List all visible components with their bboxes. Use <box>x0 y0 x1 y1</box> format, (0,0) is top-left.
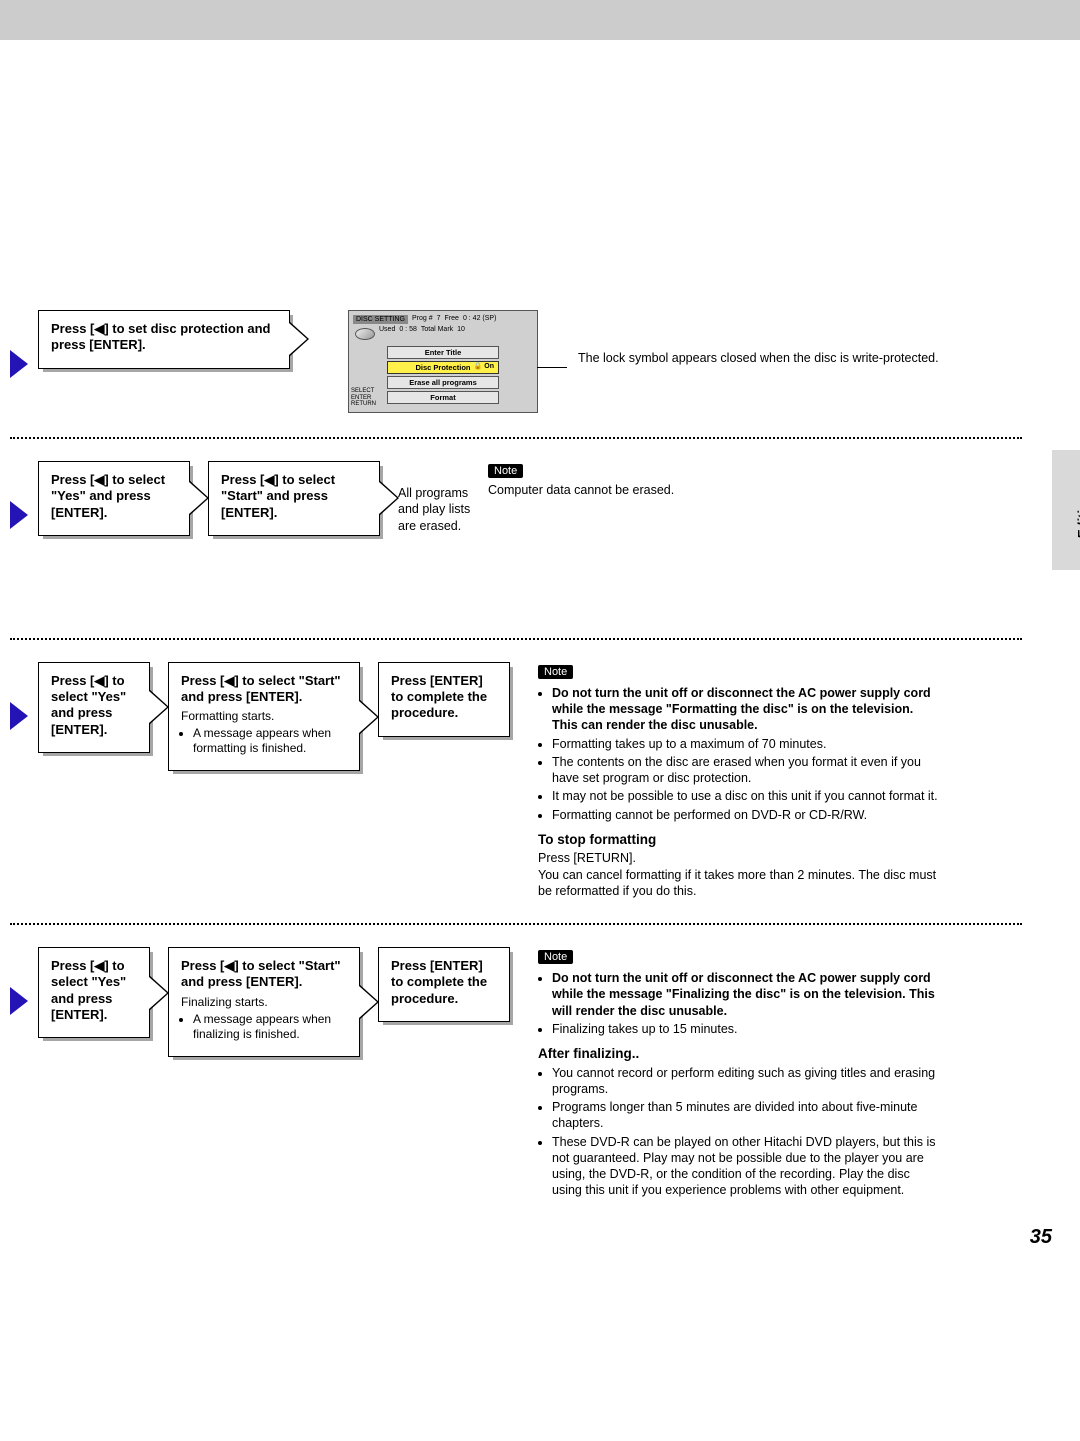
row-disc-protection: Press [◀] to set disc protection and pre… <box>0 310 1042 413</box>
osd-prog-label: Prog # <box>412 315 433 324</box>
osd-mark-val: 10 <box>457 326 465 344</box>
flow-arrow-icon <box>10 350 28 378</box>
callout-line <box>537 367 567 368</box>
osd-item-format: Format <box>387 391 499 404</box>
osd-item-enter-title: Enter Title <box>387 346 499 359</box>
divider <box>10 638 1022 640</box>
step-set-protection: Press [◀] to set disc protection and pre… <box>38 310 290 369</box>
stop-formatting-heading: To stop formatting <box>538 831 938 849</box>
stop-formatting-line2: You can cancel formatting if it takes mo… <box>538 867 938 900</box>
flow-arrow-icon <box>10 702 28 730</box>
osd-item-label: Disc Protection <box>415 363 470 372</box>
osd-used-label: Used <box>379 326 395 344</box>
note-item: Formatting cannot be performed on DVD-R … <box>552 807 938 823</box>
step-text: Press [◀] to set disc protection and pre… <box>51 321 270 352</box>
step-text: Press [◀] to select "Start" and press [E… <box>221 472 335 520</box>
erase-result-text: All programs and play lists are erased. <box>398 485 478 534</box>
osd-title: DISC SETTING <box>353 315 408 324</box>
note-badge: Note <box>538 950 573 964</box>
row-finalize: Press [◀] to select "Yes" and press [ENT… <box>0 947 1042 1205</box>
after-item: You cannot record or perform editing suc… <box>552 1065 938 1098</box>
stop-formatting-line1: Press [RETURN]. <box>538 850 938 866</box>
finalize-notes: Do not turn the unit off or disconnect t… <box>538 970 938 1199</box>
lock-icon: 🔒 On <box>474 362 494 370</box>
note-body: Computer data cannot be erased. <box>488 482 888 498</box>
osd-disc-setting: DISC SETTING Prog # 7 Free 0 : 42 (SP) U… <box>348 310 538 413</box>
after-item: These DVD-R can be played on other Hitac… <box>552 1134 938 1199</box>
disc-icon <box>355 328 375 340</box>
step-enter-complete: Press [ENTER] to complete the procedure. <box>378 662 510 737</box>
flow-arrow-icon <box>10 501 28 529</box>
step-text: Press [◀] to select "Start" and press [E… <box>181 958 341 989</box>
format-notes: Do not turn the unit off or disconnect t… <box>538 685 938 899</box>
osd-prog-val: 7 <box>437 315 441 324</box>
after-finalizing-heading: After finalizing.. <box>538 1045 938 1063</box>
note-item: It may not be possible to use a disc on … <box>552 788 938 804</box>
step-text: Press [ENTER] to complete the procedure. <box>391 673 487 721</box>
osd-nav-labels: SELECT ENTER RETURN <box>351 388 376 408</box>
step-text: Press [◀] to select "Yes" and press [ENT… <box>51 958 126 1022</box>
step-select-yes: Press [◀] to select "Yes" and press [ENT… <box>38 947 150 1038</box>
note-badge: Note <box>538 665 573 679</box>
osd-free-val: 0 : 42 (SP) <box>463 315 496 324</box>
note-item: Finalizing takes up to 15 minutes. <box>552 1021 938 1037</box>
step-select-yes: Press [◀] to select "Yes" and press [ENT… <box>38 662 150 753</box>
step-enter-complete: Press [ENTER] to complete the procedure. <box>378 947 510 1022</box>
step-select-start-format: Press [◀] to select "Start" and press [E… <box>168 662 360 772</box>
step-text: Press [◀] to select "Yes" and press [ENT… <box>51 673 126 737</box>
side-tab-label: Editing <box>1075 495 1080 539</box>
note-item: Formatting takes up to a maximum of 70 m… <box>552 736 938 752</box>
osd-item-disc-protection: Disc Protection 🔒 On <box>387 361 499 374</box>
osd-used-val: 0 : 58 <box>399 326 417 344</box>
step-select-start-finalize: Press [◀] to select "Start" and press [E… <box>168 947 360 1057</box>
row-erase-all: Press [◀] to select "Yes" and press [ENT… <box>0 461 1042 536</box>
step-select-yes: Press [◀] to select "Yes" and press [ENT… <box>38 461 190 536</box>
step-subtext: Finalizing starts. A message appears whe… <box>181 995 341 1042</box>
step-text: Press [◀] to select "Yes" and press [ENT… <box>51 472 165 520</box>
osd-item-erase-all: Erase all programs <box>387 376 499 389</box>
row-format: Press [◀] to select "Yes" and press [ENT… <box>0 662 1042 899</box>
page-number: 35 <box>1030 1226 1052 1249</box>
step-subtext: Formatting starts. A message appears whe… <box>181 709 341 756</box>
osd-mark-label: Total Mark <box>421 326 453 344</box>
divider <box>10 923 1022 925</box>
note-item: The contents on the disc are erased when… <box>552 754 938 787</box>
step-text: Press [ENTER] to complete the procedure. <box>391 958 487 1006</box>
step-text: Press [◀] to select "Start" and press [E… <box>181 673 341 704</box>
flow-arrow-icon <box>10 987 28 1015</box>
note-badge: Note <box>488 464 523 478</box>
divider <box>10 437 1022 439</box>
osd-free-label: Free <box>445 315 459 324</box>
lock-callout-text: The lock symbol appears closed when the … <box>578 350 939 366</box>
note-item: Do not turn the unit off or disconnect t… <box>552 685 938 734</box>
step-select-start: Press [◀] to select "Start" and press [E… <box>208 461 380 536</box>
after-item: Programs longer than 5 minutes are divid… <box>552 1099 938 1132</box>
manual-page: Editing Press [◀] to set disc protection… <box>0 0 1080 1269</box>
note-item: Do not turn the unit off or disconnect t… <box>552 970 938 1019</box>
